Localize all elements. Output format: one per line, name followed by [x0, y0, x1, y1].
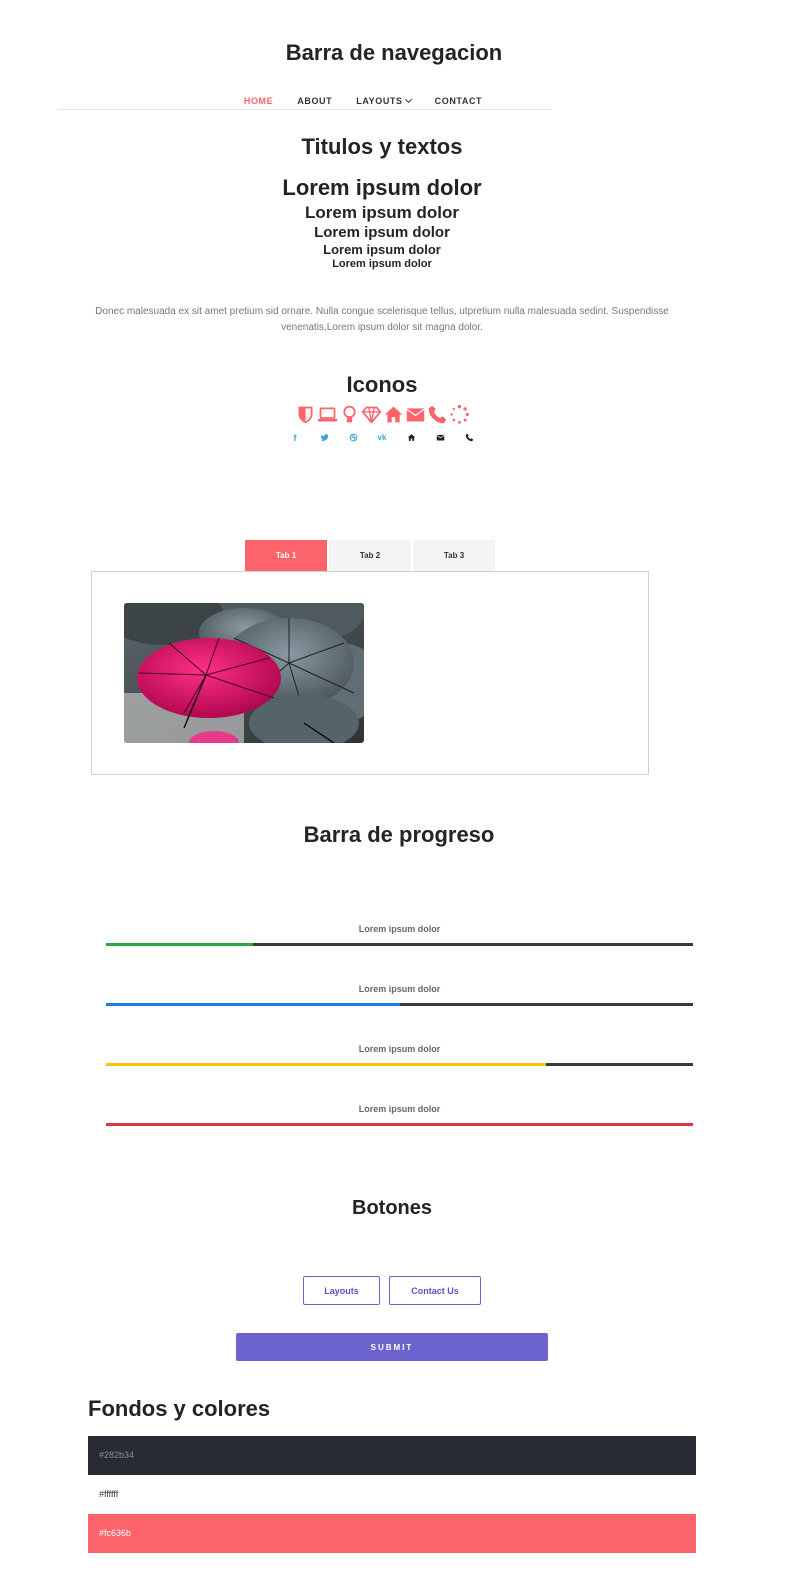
submit-button[interactable]: SUBMIT: [236, 1333, 548, 1361]
titles-heading: Titulos y textos: [301, 134, 463, 159]
umbrella-photo: [124, 603, 364, 743]
heading-h3: Lorem ipsum dolor: [314, 224, 450, 241]
envelope-icon[interactable]: [435, 433, 446, 444]
facebook-icon[interactable]: f: [290, 433, 301, 444]
progress-label: Lorem ipsum dolor: [358, 984, 441, 994]
color-swatch-dark: #282b34: [88, 1436, 696, 1475]
progress-track: [106, 943, 693, 946]
vk-icon[interactable]: vk: [377, 433, 388, 444]
progress-track: [106, 1003, 693, 1006]
nav-item-home[interactable]: HOME: [244, 96, 273, 106]
progress-label: Lorem ipsum dolor: [358, 924, 441, 934]
progress-heading: Barra de progreso: [303, 822, 495, 847]
tab-panel: [91, 571, 649, 775]
twitter-icon[interactable]: [319, 433, 330, 444]
progress-label: Lorem ipsum dolor: [358, 1104, 441, 1114]
layouts-button[interactable]: Layouts: [303, 1276, 380, 1305]
shield-icon: [298, 406, 312, 424]
nav-label-home: HOME: [243, 96, 274, 106]
progress-track: [106, 1123, 693, 1126]
diamond-icon: [361, 406, 381, 424]
nav-item-about[interactable]: ABOUT: [297, 96, 332, 106]
small-icon-row: f vk: [0, 433, 764, 444]
large-icon-row: [0, 404, 764, 425]
heading-h5: Lorem ipsum dolor: [332, 258, 432, 270]
spinner-icon: [449, 404, 469, 424]
nav-label-about: ABOUT: [297, 96, 333, 106]
tab-bar: Tab 1 Tab 2 Tab 3: [245, 540, 495, 571]
progress-track: [106, 1063, 693, 1066]
lightbulb-icon: [342, 405, 356, 423]
heading-h1: Lorem ipsum dolor: [282, 175, 482, 200]
contact-us-button[interactable]: Contact Us: [389, 1276, 481, 1305]
progress-item: Lorem ipsum dolor: [106, 984, 693, 1006]
nav-label-contact: CONTACT: [434, 96, 483, 106]
heading-h4: Lorem ipsum dolor: [323, 242, 441, 257]
phone-icon: [428, 405, 446, 424]
nav-item-contact[interactable]: CONTACT: [435, 96, 483, 106]
icons-heading: Iconos: [346, 372, 418, 397]
home-icon: [384, 406, 402, 423]
tab-3[interactable]: Tab 3: [413, 540, 495, 571]
color-swatch-white: #ffffff: [88, 1475, 696, 1514]
navbar-heading: Barra de navegacion: [285, 40, 503, 65]
color-swatch-coral: #fc636b: [88, 1514, 696, 1553]
dribbble-icon[interactable]: [348, 433, 359, 444]
tab-2[interactable]: Tab 2: [329, 540, 411, 571]
progress-fill: [106, 1123, 693, 1126]
buttons-heading: Botones: [352, 1197, 432, 1219]
navbar: HOME ABOUT LAYOUTS CONTACT: [58, 80, 552, 110]
progress-fill: [106, 1063, 547, 1066]
laptop-icon: [317, 407, 337, 422]
progress-fill: [106, 1003, 400, 1006]
colors-heading: Fondos y colores: [88, 1396, 271, 1421]
progress-item: Lorem ipsum dolor: [106, 1044, 693, 1066]
tab-1[interactable]: Tab 1: [245, 540, 327, 571]
progress-item: Lorem ipsum dolor: [106, 924, 693, 946]
body-paragraph: Donec malesuada ex sit amet pretium sid …: [95, 306, 669, 333]
phone-icon[interactable]: [464, 433, 475, 444]
progress-item: Lorem ipsum dolor: [106, 1104, 693, 1126]
nav-item-layouts[interactable]: LAYOUTS: [356, 95, 412, 106]
progress-fill: [106, 943, 253, 946]
heading-h2: Lorem ipsum dolor: [305, 203, 459, 222]
progress-label: Lorem ipsum dolor: [358, 1044, 441, 1054]
envelope-icon: [405, 408, 425, 422]
nav-label-layouts: LAYOUTS: [356, 96, 403, 106]
home-icon[interactable]: [406, 433, 417, 444]
chevron-down-icon: [404, 95, 412, 104]
